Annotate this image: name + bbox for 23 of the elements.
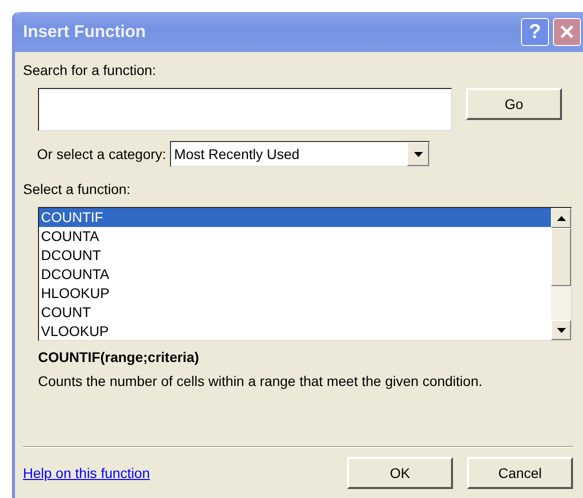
function-item[interactable]: COUNTA	[39, 227, 551, 246]
function-item[interactable]: DCOUNT	[39, 246, 551, 265]
search-field[interactable]	[38, 88, 452, 131]
cancel-button[interactable]: Cancel	[467, 457, 573, 489]
window-title: Insert Function	[23, 22, 146, 42]
category-dropdown[interactable]: Most Recently Used	[170, 141, 430, 167]
dropdown-arrow-icon	[414, 152, 423, 156]
help-link[interactable]: Help on this function	[23, 465, 150, 481]
search-label: Search for a function:	[23, 62, 158, 78]
function-item[interactable]: HLOOKUP	[39, 284, 551, 303]
scroll-down-icon	[556, 328, 566, 332]
function-item[interactable]: DCOUNTA	[39, 265, 551, 284]
function-item[interactable]: VLOOKUP	[39, 322, 551, 341]
scrollbar[interactable]	[551, 208, 571, 340]
ok-button[interactable]: OK	[347, 457, 453, 489]
function-description: Counts the number of cells within a range that meet the given condition.	[38, 373, 484, 389]
scroll-up-icon	[556, 216, 566, 220]
function-list-label: Select a function:	[23, 181, 132, 197]
go-button[interactable]: Go	[466, 88, 562, 120]
function-signature: COUNTIF(range;criteria)	[38, 349, 200, 365]
category-label: Or select a category:	[37, 146, 166, 162]
function-item[interactable]: COUNTIF	[39, 208, 551, 227]
function-item[interactable]: COUNT	[39, 303, 551, 322]
